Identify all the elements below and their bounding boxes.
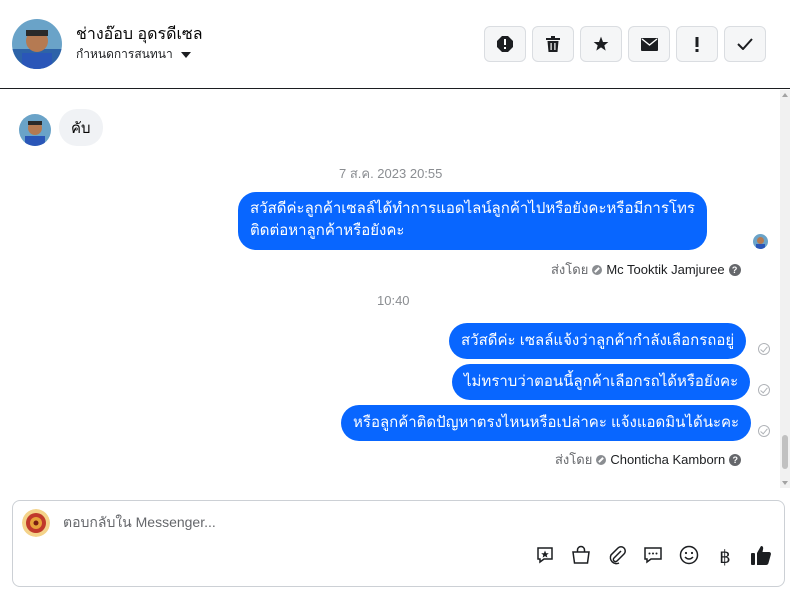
chevron-down-icon	[180, 51, 191, 58]
mark-unread-button[interactable]	[628, 26, 670, 62]
like-button[interactable]	[750, 544, 772, 571]
attach-button[interactable]	[606, 545, 628, 570]
like-icon	[750, 544, 772, 571]
composer-toolbar: ฿	[534, 544, 772, 571]
shop-icon	[571, 545, 591, 570]
contact-avatar-small	[19, 114, 51, 146]
outgoing-message: หรือลูกค้าติดปัญหาตรงไหนหรือเปล่าคะ แจ้ง…	[341, 405, 752, 441]
reply-input[interactable]	[63, 514, 663, 530]
contact-avatar[interactable]	[12, 19, 62, 69]
scroll-thumb[interactable]	[782, 435, 788, 469]
outgoing-message: ไม่ทราบว่าตอนนี้ลูกค้าเลือกรถได้หรือยังค…	[452, 364, 751, 400]
sent-by-info: ส่งโดย Mc Tooktik Jamjuree ?	[551, 259, 741, 280]
chat-button[interactable]	[642, 546, 664, 568]
attach-icon	[607, 545, 627, 570]
incoming-message: คับ	[59, 109, 103, 146]
page-avatar	[22, 509, 50, 537]
important-icon	[695, 36, 699, 52]
conversation-toolbar	[484, 26, 766, 62]
timestamp: 10:40	[377, 293, 410, 308]
assign-label: กำหนดการสนทนา	[76, 47, 173, 61]
outgoing-message: สวัสดีค่ะ เซลล์แจ้งว่าลูกค้ากำลังเลือกรถ…	[449, 323, 747, 359]
check-icon	[737, 38, 753, 50]
help-icon[interactable]: ?	[729, 453, 742, 466]
star-icon	[593, 36, 609, 52]
scroll-up-icon[interactable]	[782, 93, 788, 97]
payment-button[interactable]: ฿	[714, 546, 736, 568]
sender-name[interactable]: Mc Tooktik Jamjuree	[606, 262, 724, 277]
assign-conversation-dropdown[interactable]: กำหนดการสนทนา	[76, 45, 191, 64]
mark-spam-button[interactable]	[484, 26, 526, 62]
shop-button[interactable]	[570, 545, 592, 570]
help-icon[interactable]: ?	[728, 263, 741, 276]
emoji-button[interactable]	[678, 545, 700, 570]
timestamp: 7 ส.ค. 2023 20:55	[339, 166, 443, 181]
outgoing-message: สวัสดีค่ะลูกค้าเซลล์ได้ทำการแอดไลน์ลูกค้…	[238, 192, 707, 250]
verified-icon	[592, 264, 603, 275]
emoji-icon	[679, 545, 699, 570]
sent-by-info: ส่งโดย Chonticha Kamborn ?	[555, 449, 742, 470]
thread-scrollbar[interactable]	[780, 90, 790, 488]
message-thread[interactable]: คับ 7 ส.ค. 2023 20:55 สวัสดีค่ะลูกค้าเซล…	[0, 90, 780, 488]
star-button[interactable]	[580, 26, 622, 62]
sent-check-icon	[758, 384, 770, 396]
mark-done-button[interactable]	[724, 26, 766, 62]
chat-bubble-icon	[643, 545, 663, 570]
message-line: ติดต่อหาลูกค้าหรือยังคะ	[250, 222, 405, 239]
sender-name[interactable]: Chonticha Kamborn	[610, 452, 725, 467]
sent-check-icon	[758, 425, 770, 437]
scroll-down-icon[interactable]	[782, 481, 788, 485]
delete-button[interactable]	[532, 26, 574, 62]
sent-by-label: ส่งโดย	[555, 452, 593, 467]
mark-important-button[interactable]	[676, 26, 718, 62]
trash-icon	[546, 36, 560, 52]
sent-check-icon	[758, 343, 770, 355]
spam-icon	[497, 36, 513, 52]
saved-reply-button[interactable]	[534, 546, 556, 568]
seen-avatar	[753, 234, 768, 249]
conversation-header: ช่างอ๊อบ อุดรดีเซล กำหนดการสนทนา	[0, 0, 790, 89]
sent-by-label: ส่งโดย	[551, 262, 589, 277]
verified-icon	[596, 454, 607, 465]
baht-icon: ฿	[719, 546, 731, 568]
saved-reply-icon	[535, 545, 555, 570]
mail-icon	[640, 37, 658, 51]
message-line: สวัสดีค่ะลูกค้าเซลล์ได้ทำการแอดไลน์ลูกค้…	[250, 200, 695, 217]
contact-name[interactable]: ช่างอ๊อบ อุดรดีเซล	[76, 22, 203, 47]
reply-composer: ฿	[12, 500, 785, 587]
